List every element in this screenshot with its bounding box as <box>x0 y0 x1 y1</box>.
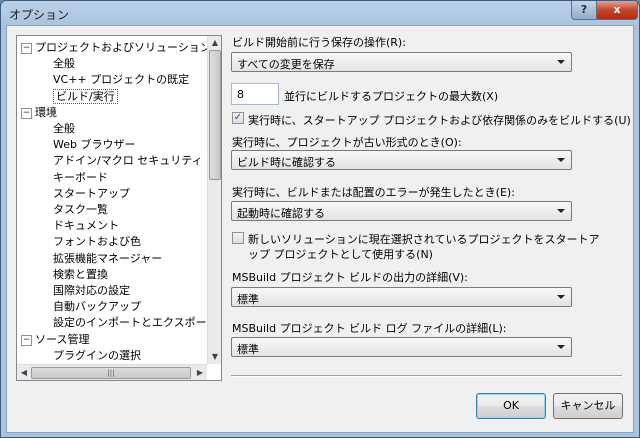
tree-item[interactable]: ドキュメント <box>53 218 119 234</box>
chevron-down-icon <box>557 345 565 349</box>
collapse-icon[interactable]: − <box>21 107 32 119</box>
build-error-combo[interactable]: 起動時に確認する <box>231 201 572 221</box>
tree-item[interactable]: 国際対応の設定 <box>53 283 130 299</box>
parallel-builds-input[interactable]: 8 <box>231 83 279 105</box>
tree-vertical-scrollbar[interactable]: ▲ ▼ <box>207 36 221 364</box>
save-before-build-value: すべての変更を保存 <box>237 58 335 71</box>
tree-item[interactable]: フォントおよび色 <box>53 234 141 250</box>
tree-item-label: Web ブラウザー <box>53 138 136 152</box>
help-button[interactable]: ? <box>571 1 597 20</box>
window-title: オプション <box>9 8 70 22</box>
tree-item-label: スタートアップ <box>53 186 130 200</box>
tree-item-label: 設定のインポートとエクスポート <box>53 316 218 330</box>
build-error-value: 起動時に確認する <box>237 207 325 220</box>
log-verbosity-value: 標準 <box>237 343 259 356</box>
chevron-down-icon <box>557 295 565 299</box>
log-verbosity-combo[interactable]: 標準 <box>231 337 572 357</box>
title-bar[interactable]: オプション ? x <box>1 1 639 25</box>
vertical-scroll-thumb[interactable] <box>209 50 221 180</box>
tree-item-label: タスク一覧 <box>53 203 108 216</box>
save-before-build-label: ビルド開始前に行う保存の操作(R): <box>232 36 406 49</box>
tree-item[interactable]: − ソース管理 <box>21 332 90 348</box>
tree-item-label: 検索と置換 <box>53 267 108 281</box>
log-verbosity-label: MSBuild プロジェクト ビルド ログ ファイルの詳細(L): <box>232 322 507 335</box>
options-tree[interactable]: − プロジェクトおよびソリューション 全般 VC++ プロジェクトの既定 ビルド/実行 −… <box>16 35 222 381</box>
new-solution-startup-label-line2: ップ プロジェクトとして使用する(N) <box>248 248 433 261</box>
collapse-icon[interactable]: − <box>21 334 32 346</box>
tree-item[interactable]: キーボード <box>53 170 108 186</box>
tree-item[interactable]: 自動バックアップ <box>53 299 141 315</box>
chevron-down-icon <box>557 209 565 213</box>
output-verbosity-label: MSBuild プロジェクト ビルドの出力の詳細(V): <box>232 271 468 284</box>
tree-item[interactable]: VC++ プロジェクトの既定 <box>53 72 189 88</box>
tree-item-label: 全般 <box>53 122 75 135</box>
new-solution-startup-checkbox[interactable] <box>232 232 244 244</box>
tree-item[interactable]: − プロジェクトおよびソリューション <box>21 40 211 56</box>
out-of-date-combo[interactable]: ビルド時に確認する <box>231 150 572 170</box>
tree-item-label: 全般 <box>53 57 75 71</box>
tree-item-label: キーボード <box>53 170 108 184</box>
tree-item-label: VC++ プロジェクトの既定 <box>53 73 190 87</box>
tree-item[interactable]: スタートアップ <box>53 186 130 202</box>
tree-item[interactable]: 設定のインポートとエクスポート <box>53 315 218 331</box>
options-dialog: オプション ? x − プロジェクトおよびソリューション 全般 VC++ プロジェクト… <box>0 0 640 438</box>
tree-item-label: プラグインの選択 <box>53 348 141 362</box>
tree-item-label: ビルド/実行 <box>53 88 118 104</box>
tree-item[interactable]: 拡張機能マネージャー <box>53 251 162 267</box>
tree-item[interactable]: 検索と置換 <box>53 267 108 283</box>
new-solution-startup-label-line1: 新しいソリューションに現在選択されているプロジェクトをスタートア <box>248 233 600 246</box>
scroll-up-icon[interactable]: ▲ <box>208 36 221 50</box>
output-verbosity-combo[interactable]: 標準 <box>231 287 572 307</box>
parallel-builds-value: 8 <box>237 88 244 101</box>
out-of-date-value: ビルド時に確認する <box>237 156 336 169</box>
tree-item[interactable]: 全般 <box>53 56 75 72</box>
output-verbosity-value: 標準 <box>237 293 259 306</box>
tree-item-label: 拡張機能マネージャー <box>53 251 163 265</box>
cancel-button[interactable]: キャンセル <box>553 393 623 419</box>
build-startup-only-label: 実行時に、スタートアップ プロジェクトおよび依存関係のみをビルドする(U) <box>248 114 631 127</box>
tree-item-label: 自動バックアップ <box>53 300 141 314</box>
build-error-label: 実行時に、ビルドまたは配置のエラーが発生したとき(E): <box>232 186 515 199</box>
tree-item[interactable]: タスク一覧 <box>53 202 108 218</box>
tree-item[interactable]: ビルド/実行 <box>53 88 118 105</box>
out-of-date-label: 実行時に、プロジェクトが古い形式のとき(O): <box>232 136 462 149</box>
parallel-builds-label: 並行にビルドするプロジェクトの最大数(X) <box>284 90 499 103</box>
tree-item[interactable]: 全般 <box>53 121 75 137</box>
scroll-left-icon[interactable]: ◀ <box>17 366 31 380</box>
tree-item[interactable]: アドイン/マクロ セキュリティ <box>53 153 203 169</box>
save-before-build-combo[interactable]: すべての変更を保存 <box>231 52 572 72</box>
tree-item[interactable]: Web ブラウザー <box>53 137 135 153</box>
build-startup-only-checkbox[interactable]: ✓ <box>232 112 244 124</box>
chevron-down-icon <box>557 158 565 162</box>
collapse-icon[interactable]: − <box>21 43 32 54</box>
tree-item-label: アドイン/マクロ セキュリティ <box>53 154 203 168</box>
tree-item-label: ソース管理 <box>35 332 90 346</box>
ok-button[interactable]: OK <box>476 393 546 419</box>
scroll-down-icon[interactable]: ▼ <box>208 350 221 364</box>
tree-item-label: 環境 <box>35 105 57 119</box>
tree-horizontal-scrollbar[interactable]: ◀ ||| ▶ <box>17 364 207 380</box>
horizontal-scroll-thumb[interactable]: ||| <box>31 367 191 379</box>
tree-item[interactable]: プラグインの選択 <box>53 348 141 364</box>
tree-item-label: 国際対応の設定 <box>53 284 130 297</box>
tree-item-label: フォントおよび色 <box>53 235 141 249</box>
check-mark-icon: ✓ <box>233 112 243 123</box>
tree-item-label: プロジェクトおよびソリューション <box>35 41 211 54</box>
close-button[interactable]: x <box>596 1 638 20</box>
tree-item[interactable]: − 環境 <box>21 105 57 121</box>
dialog-client: − プロジェクトおよびソリューション 全般 VC++ プロジェクトの既定 ビルド/実行 −… <box>6 25 634 433</box>
scroll-right-icon[interactable]: ▶ <box>193 366 207 380</box>
tree-item-label: ドキュメント <box>53 219 119 233</box>
chevron-down-icon <box>557 60 565 64</box>
divider <box>231 375 622 377</box>
